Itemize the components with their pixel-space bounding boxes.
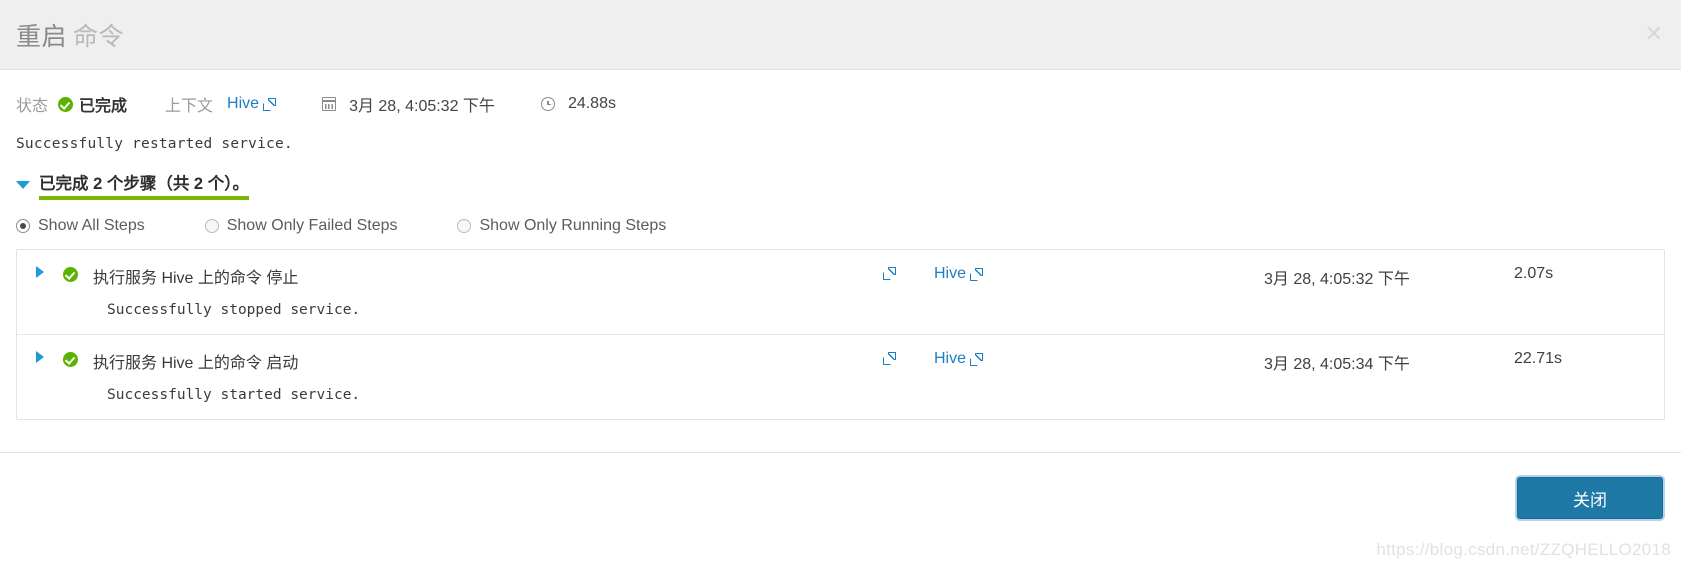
radio-mark-icon <box>457 219 472 233</box>
status-value-text: 已完成 <box>79 98 128 115</box>
step-time: 3月 28, 4:05:34 下午 <box>1264 356 1410 373</box>
page-title: 重启 命令 <box>16 17 124 53</box>
external-link-icon[interactable] <box>882 352 896 365</box>
radio-show-all-steps-label: Show All Steps <box>38 217 145 234</box>
duration-text: 24.88s <box>567 95 616 112</box>
step-detail-cell: 执行服务 Hive 上的命令 启动 Successfully started s… <box>93 349 844 403</box>
step-expand-cell <box>17 264 63 278</box>
context-label: 上下文 <box>165 98 214 115</box>
timestamp-group: 3月 28, 4:05:32 下午 <box>322 92 495 116</box>
step-duration: 22.71s <box>1514 350 1563 367</box>
context-link-label: Hive <box>227 95 260 112</box>
step-context-link-hive[interactable]: Hive <box>934 350 984 368</box>
step-open-link-cell <box>844 264 934 280</box>
step-duration: 2.07s <box>1514 265 1554 282</box>
radio-show-only-failed-steps[interactable]: Show Only Failed Steps <box>204 217 398 235</box>
step-context-cell: Hive <box>934 264 1264 283</box>
result-message: Successfully restarted service. <box>16 136 293 152</box>
step-context-cell: Hive <box>934 349 1264 368</box>
external-link-icon <box>970 352 984 366</box>
steps-summary-wrap: 已完成 2 个步骤（共 2 个）。 <box>39 170 249 200</box>
progress-bar <box>39 196 249 200</box>
step-detail-cell: 执行服务 Hive 上的命令 停止 Successfully stopped s… <box>93 264 844 318</box>
status-bar: 状态 已完成 上下文 Hive 3月 28, 4:05:32 下午 24.88s <box>16 92 1665 116</box>
clock-icon <box>540 97 555 111</box>
step-open-link-cell <box>844 349 934 365</box>
step-message: Successfully started service. <box>107 387 361 403</box>
context-link-hive[interactable]: Hive <box>227 95 277 113</box>
modal-header: 重启 命令 ✕ <box>0 0 1681 70</box>
chevron-right-icon[interactable] <box>36 266 44 278</box>
step-status-cell <box>63 264 93 287</box>
step-status-cell <box>63 349 93 372</box>
radio-show-only-running-steps[interactable]: Show Only Running Steps <box>457 217 666 235</box>
step-expand-cell <box>17 349 63 363</box>
check-circle-icon <box>63 352 78 367</box>
page-title-primary: 重启 <box>16 22 68 51</box>
modal-footer: 关闭 <box>0 452 1681 564</box>
external-link-icon[interactable] <box>882 267 896 280</box>
check-circle-icon <box>63 267 78 282</box>
table-row: 执行服务 Hive 上的命令 启动 Successfully started s… <box>17 335 1664 419</box>
step-message: Successfully stopped service. <box>107 302 361 318</box>
duration-group: 24.88s <box>540 95 616 113</box>
status-badge: 已完成 <box>58 92 127 116</box>
chevron-right-icon[interactable] <box>36 351 44 363</box>
radio-show-all-steps[interactable]: Show All Steps <box>16 217 145 235</box>
check-circle-icon <box>58 96 74 112</box>
chevron-down-icon[interactable] <box>16 181 30 189</box>
step-filter-radio-group: Show All Steps Show Only Failed Steps Sh… <box>16 217 1665 235</box>
table-row: 执行服务 Hive 上的命令 停止 Successfully stopped s… <box>17 250 1664 335</box>
steps-summary: 已完成 2 个步骤（共 2 个）。 <box>16 170 1665 200</box>
modal-body: 状态 已完成 上下文 Hive 3月 28, 4:05:32 下午 24.88s… <box>0 70 1681 420</box>
radio-mark-icon <box>204 219 219 233</box>
step-title: 执行服务 Hive 上的命令 启动 <box>93 355 299 372</box>
step-title: 执行服务 Hive 上的命令 停止 <box>93 270 299 287</box>
step-context-label: Hive <box>934 265 967 282</box>
external-link-icon <box>263 97 277 111</box>
timestamp-text: 3月 28, 4:05:32 下午 <box>349 98 495 115</box>
close-button[interactable]: 关闭 <box>1517 477 1663 519</box>
radio-show-only-running-steps-label: Show Only Running Steps <box>479 217 667 234</box>
step-context-label: Hive <box>934 350 967 367</box>
external-link-icon <box>970 267 984 281</box>
step-time: 3月 28, 4:05:32 下午 <box>1264 271 1410 288</box>
calendar-icon <box>322 97 337 111</box>
status-label: 状态 <box>16 98 49 115</box>
steps-summary-text: 已完成 2 个步骤（共 2 个）。 <box>39 175 249 193</box>
step-context-link-hive[interactable]: Hive <box>934 265 984 283</box>
radio-mark-icon <box>16 219 30 233</box>
close-icon[interactable]: ✕ <box>1645 23 1663 46</box>
radio-show-only-failed-steps-label: Show Only Failed Steps <box>226 217 398 234</box>
page-title-secondary: 命令 <box>73 22 125 51</box>
steps-table: 执行服务 Hive 上的命令 停止 Successfully stopped s… <box>16 249 1665 420</box>
